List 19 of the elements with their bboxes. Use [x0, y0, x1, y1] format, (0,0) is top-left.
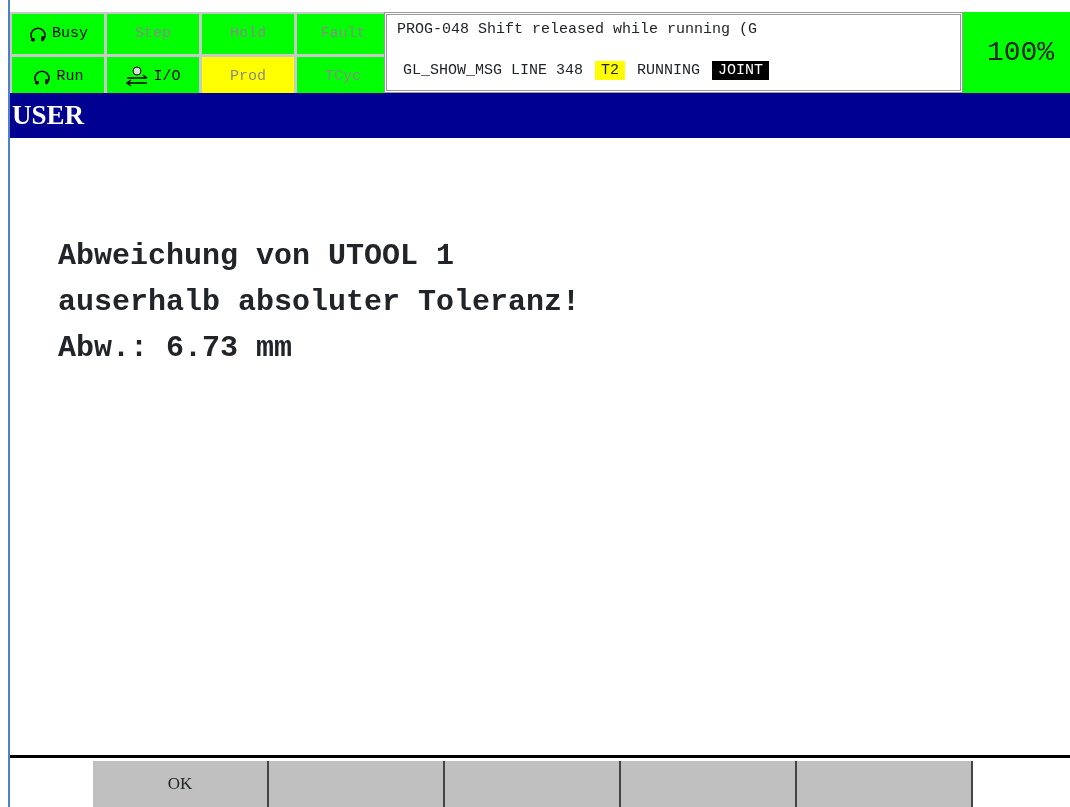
softkey-button[interactable]	[797, 761, 973, 807]
override-indicator: 100%	[963, 12, 1070, 93]
status-indicator: Busy	[12, 14, 104, 54]
status-indicator: Hold	[202, 14, 294, 54]
message-line: Abw.: 6.73 mm	[58, 330, 294, 367]
screen-title: USER	[10, 93, 1070, 138]
alarm-message: PROG-048 Shift released while running (G	[397, 20, 759, 40]
softkey-button[interactable]	[269, 761, 445, 807]
message-line: auserhalb absoluter Toleranz!	[58, 284, 582, 321]
transfer-icon	[125, 66, 150, 88]
status-text: RUNNING	[636, 60, 702, 80]
status-text: T2	[595, 60, 626, 80]
softkey-button[interactable]: OK	[93, 761, 269, 807]
message-line: Abweichung von UTOOL 1	[58, 238, 456, 275]
softkey-button[interactable]	[621, 761, 797, 807]
status-indicator: Step	[107, 14, 199, 54]
status-text: GL_SHOW_MSG LINE 348	[402, 60, 585, 80]
softkey-button[interactable]	[445, 761, 621, 807]
status-text: JOINT	[712, 60, 770, 80]
